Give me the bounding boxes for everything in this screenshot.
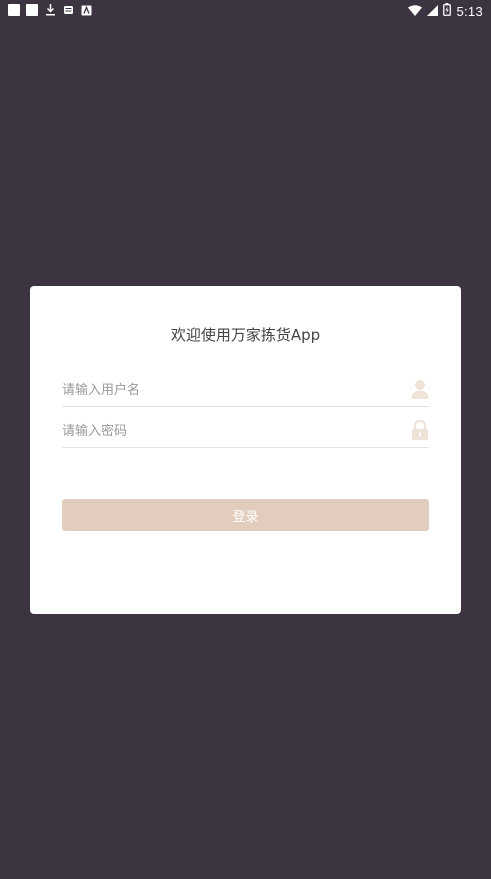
password-input[interactable] bbox=[62, 417, 392, 445]
message-icon bbox=[62, 4, 74, 16]
password-field bbox=[62, 417, 429, 448]
login-button[interactable]: 登录 bbox=[62, 499, 429, 531]
welcome-title: 欢迎使用万家拣货App bbox=[170, 326, 321, 344]
status-time: 5:13 bbox=[456, 3, 483, 19]
keyboard-icon bbox=[80, 4, 92, 16]
signal-icon bbox=[427, 4, 439, 19]
notification-square-icon bbox=[8, 4, 20, 16]
status-bar: 5:13 bbox=[0, 0, 491, 22]
battery-icon bbox=[443, 3, 452, 19]
username-field bbox=[62, 376, 429, 407]
download-icon bbox=[44, 4, 56, 16]
lock-icon bbox=[411, 419, 429, 440]
notification-square-icon bbox=[26, 4, 38, 16]
wifi-icon bbox=[408, 4, 423, 19]
username-input[interactable] bbox=[62, 376, 392, 404]
login-card: 欢迎使用万家拣货App 登录 bbox=[30, 286, 461, 614]
user-icon bbox=[411, 379, 429, 399]
